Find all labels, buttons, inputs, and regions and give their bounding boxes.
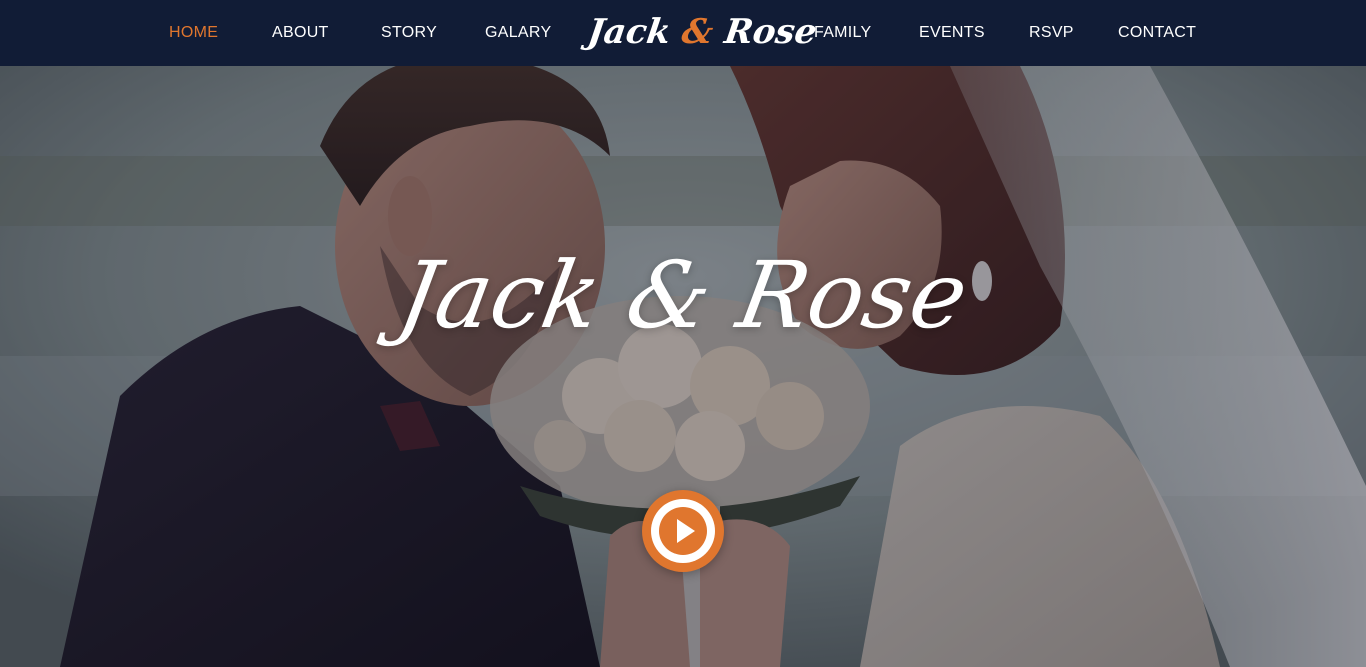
hero-title: Jack & Rose: [390, 242, 976, 349]
main-navbar: HOME ABOUT STORY GALARY Jack & Rose FAMI…: [0, 0, 1366, 66]
page: Jack & Rose HOME ABOUT STORY GALARY Jack…: [0, 0, 1366, 667]
nav-galary[interactable]: GALARY: [485, 23, 551, 43]
nav-story[interactable]: STORY: [381, 23, 437, 43]
nav-contact[interactable]: CONTACT: [1118, 23, 1196, 43]
brand-logo[interactable]: Jack & Rose: [584, 6, 819, 58]
nav-family[interactable]: FAMILY: [814, 23, 872, 43]
nav-rsvp[interactable]: RSVP: [1029, 23, 1074, 43]
play-video-button[interactable]: [642, 490, 724, 572]
play-icon: [659, 507, 707, 555]
hero-section: Jack & Rose: [0, 66, 1366, 667]
nav-events[interactable]: EVENTS: [919, 23, 985, 43]
brand-second: Rose: [710, 12, 820, 52]
nav-about[interactable]: ABOUT: [272, 23, 329, 43]
hero-overlay: [0, 66, 1366, 667]
nav-home[interactable]: HOME: [169, 23, 218, 43]
brand-first: Jack: [585, 12, 686, 52]
